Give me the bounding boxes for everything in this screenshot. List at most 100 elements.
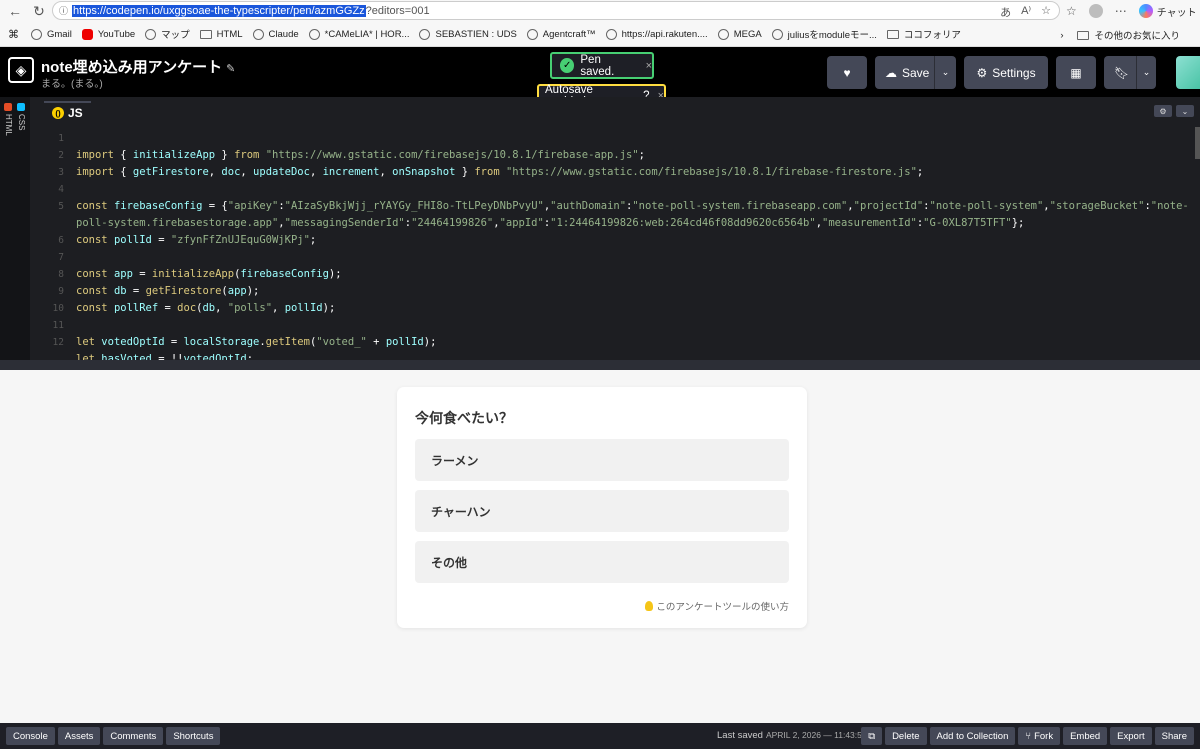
fork-button[interactable]: ⑂ Fork: [1018, 727, 1061, 745]
bookmark-icon: 🔖︎: [1114, 65, 1130, 80]
close-icon[interactable]: ×: [646, 60, 652, 72]
bookmark-claude[interactable]: Claude: [252, 28, 309, 40]
back-icon[interactable]: ←: [4, 0, 26, 22]
folder-icon: [886, 29, 899, 39]
bookmark-youtube[interactable]: YouTube: [81, 28, 145, 40]
bookmark-button[interactable]: 🔖︎ ⌄: [1104, 56, 1156, 89]
chat-label: チャット: [1156, 7, 1197, 19]
copilot-icon: [1138, 4, 1153, 18]
embed-button[interactable]: Embed: [1063, 727, 1108, 745]
url-rest-text: ?editors=001: [365, 4, 430, 17]
folder-icon: [1077, 30, 1090, 40]
poll-option[interactable]: その他: [415, 541, 789, 583]
external-link-icon: ⧉: [868, 730, 876, 742]
user-avatar[interactable]: [1176, 56, 1200, 89]
open-external-button[interactable]: ⧉: [861, 727, 883, 745]
js-editor-panel: HTML CSS () JS ⚙ ⌄ 1 2 import { initialize…: [0, 97, 1200, 361]
youtube-icon: [81, 28, 93, 40]
globe-icon: [252, 28, 264, 40]
profile-avatar[interactable]: [1088, 4, 1103, 18]
bookmark-agentcraft[interactable]: Agentcraft™: [526, 28, 606, 40]
globe-icon: [31, 28, 42, 40]
cloud-icon: ☁: [885, 65, 897, 80]
shortcuts-button[interactable]: Shortcuts: [166, 727, 221, 745]
code-content[interactable]: 1 2 import { initializeApp } from "https:…: [53, 130, 1189, 361]
lightbulb-icon: [645, 601, 654, 611]
more-menu-icon[interactable]: ⋯: [1115, 4, 1127, 18]
favorites-icon[interactable]: ☆: [1066, 4, 1077, 18]
bookmark-julius[interactable]: juliusをmoduleモー...: [771, 27, 887, 41]
codepen-bookmark-icon[interactable]: ⌘: [8, 28, 19, 41]
assets-button[interactable]: Assets: [57, 727, 101, 745]
pen-author[interactable]: まる。(まる。): [41, 75, 103, 90]
comments-button[interactable]: Comments: [103, 727, 164, 745]
check-icon: ✓: [560, 58, 575, 73]
export-button[interactable]: Export: [1110, 727, 1152, 745]
pencil-icon[interactable]: ✎: [226, 63, 235, 75]
bookmark-camelia[interactable]: *CAMeLIA* | HOR...: [308, 28, 420, 40]
share-button[interactable]: Share: [1154, 727, 1194, 745]
folder-icon: [199, 29, 212, 39]
collapsed-editor-tabs: HTML CSS: [0, 97, 30, 360]
bookmark-other-favorites[interactable]: その他のお気に入り: [1077, 28, 1190, 42]
favorite-star-icon[interactable]: ☆: [1041, 4, 1051, 20]
address-bar[interactable]: ⓘ https://codepen.io/uxggsoae-the-typesc…: [52, 1, 1060, 20]
delete-button[interactable]: Delete: [885, 727, 927, 745]
bookmark-mega[interactable]: MEGA: [717, 28, 772, 40]
bottom-bar: Console Assets Comments Shortcuts Last s…: [0, 723, 1200, 749]
save-button[interactable]: ☁ Save ⌄: [875, 56, 956, 89]
bookmark-rakuten[interactable]: https://api.rakuten....: [605, 28, 718, 40]
chevron-down-icon[interactable]: ⌄: [1136, 56, 1156, 89]
fork-icon: ⑂: [1025, 730, 1032, 742]
globe-icon: [717, 28, 729, 40]
text-size-icon[interactable]: A⁾: [1021, 4, 1031, 20]
tab-html[interactable]: HTML: [4, 103, 13, 136]
poll-help-link[interactable]: このアンケートツールの使い方: [645, 599, 789, 613]
bookmark-maps[interactable]: マップ: [145, 27, 200, 41]
html-badge-icon: [4, 103, 12, 111]
read-aloud-icon[interactable]: あ: [1000, 4, 1011, 20]
resize-handle[interactable]: [0, 360, 1200, 370]
poll-card: 今何食べたい？ ラーメン チャーハン その他 このアンケートツールの使い方: [397, 387, 807, 628]
tab-css[interactable]: CSS: [17, 103, 26, 130]
globe-icon: [526, 28, 538, 40]
reload-icon[interactable]: ↻: [28, 0, 50, 22]
pen-title[interactable]: note埋め込み用アンケート ✎: [41, 56, 235, 77]
bookmark-sebastien[interactable]: SEBASTIEN : UDS: [419, 28, 526, 40]
editor-scrollbar[interactable]: [1195, 127, 1200, 159]
last-saved-status: Last saved APRIL 2, 2026 — 11:43:59 AM: [717, 730, 882, 741]
chevron-right-icon[interactable]: ›: [1060, 30, 1063, 41]
settings-button[interactable]: ⚙ Settings: [964, 56, 1048, 89]
globe-icon: [308, 28, 320, 40]
globe-icon: [771, 28, 783, 40]
bookmark-html[interactable]: HTML: [199, 29, 253, 40]
heart-icon: ♥: [843, 65, 851, 80]
editor-settings-icon[interactable]: ⚙: [1154, 105, 1172, 117]
chat-button[interactable]: チャット: [1138, 4, 1197, 19]
add-to-collection-button[interactable]: Add to Collection: [929, 727, 1016, 745]
bookmark-cocofolia[interactable]: ココフォリア: [886, 27, 971, 41]
preview-pane: 今何食べたい？ ラーメン チャーハン その他 このアンケートツールの使い方: [0, 370, 1200, 723]
poll-question: 今何食べたい？: [415, 410, 513, 426]
js-badge-icon: (): [52, 107, 64, 119]
bookmarks-bar: ⌘ Gmail YouTube マップ HTML Claude *CAMeLIA…: [0, 22, 1200, 47]
globe-icon: [419, 28, 431, 40]
site-info-icon[interactable]: ⓘ: [59, 4, 68, 17]
globe-icon: [145, 28, 157, 40]
console-button[interactable]: Console: [6, 727, 55, 745]
layout-grid-icon: ▦: [1070, 65, 1082, 80]
browser-toolbar: ← ↻ ⓘ https://codepen.io/uxggsoae-the-ty…: [0, 0, 1200, 22]
url-selected-text: https://codepen.io/uxggsoae-the-typescri…: [72, 4, 366, 17]
bookmark-gmail[interactable]: Gmail: [31, 28, 82, 40]
poll-option[interactable]: ラーメン: [415, 439, 789, 481]
poll-option[interactable]: チャーハン: [415, 490, 789, 532]
gear-icon: ⚙: [976, 65, 988, 80]
chevron-down-icon[interactable]: ⌄: [1176, 105, 1194, 117]
codepen-logo-icon[interactable]: ◈: [8, 57, 34, 83]
pen-saved-toast: ✓ Pen saved. ×: [550, 52, 654, 79]
layout-button[interactable]: ▦: [1056, 56, 1096, 89]
tab-js[interactable]: () JS: [44, 101, 91, 123]
globe-icon: [605, 28, 617, 40]
heart-button[interactable]: ♥: [827, 56, 867, 89]
chevron-down-icon[interactable]: ⌄: [934, 56, 956, 89]
